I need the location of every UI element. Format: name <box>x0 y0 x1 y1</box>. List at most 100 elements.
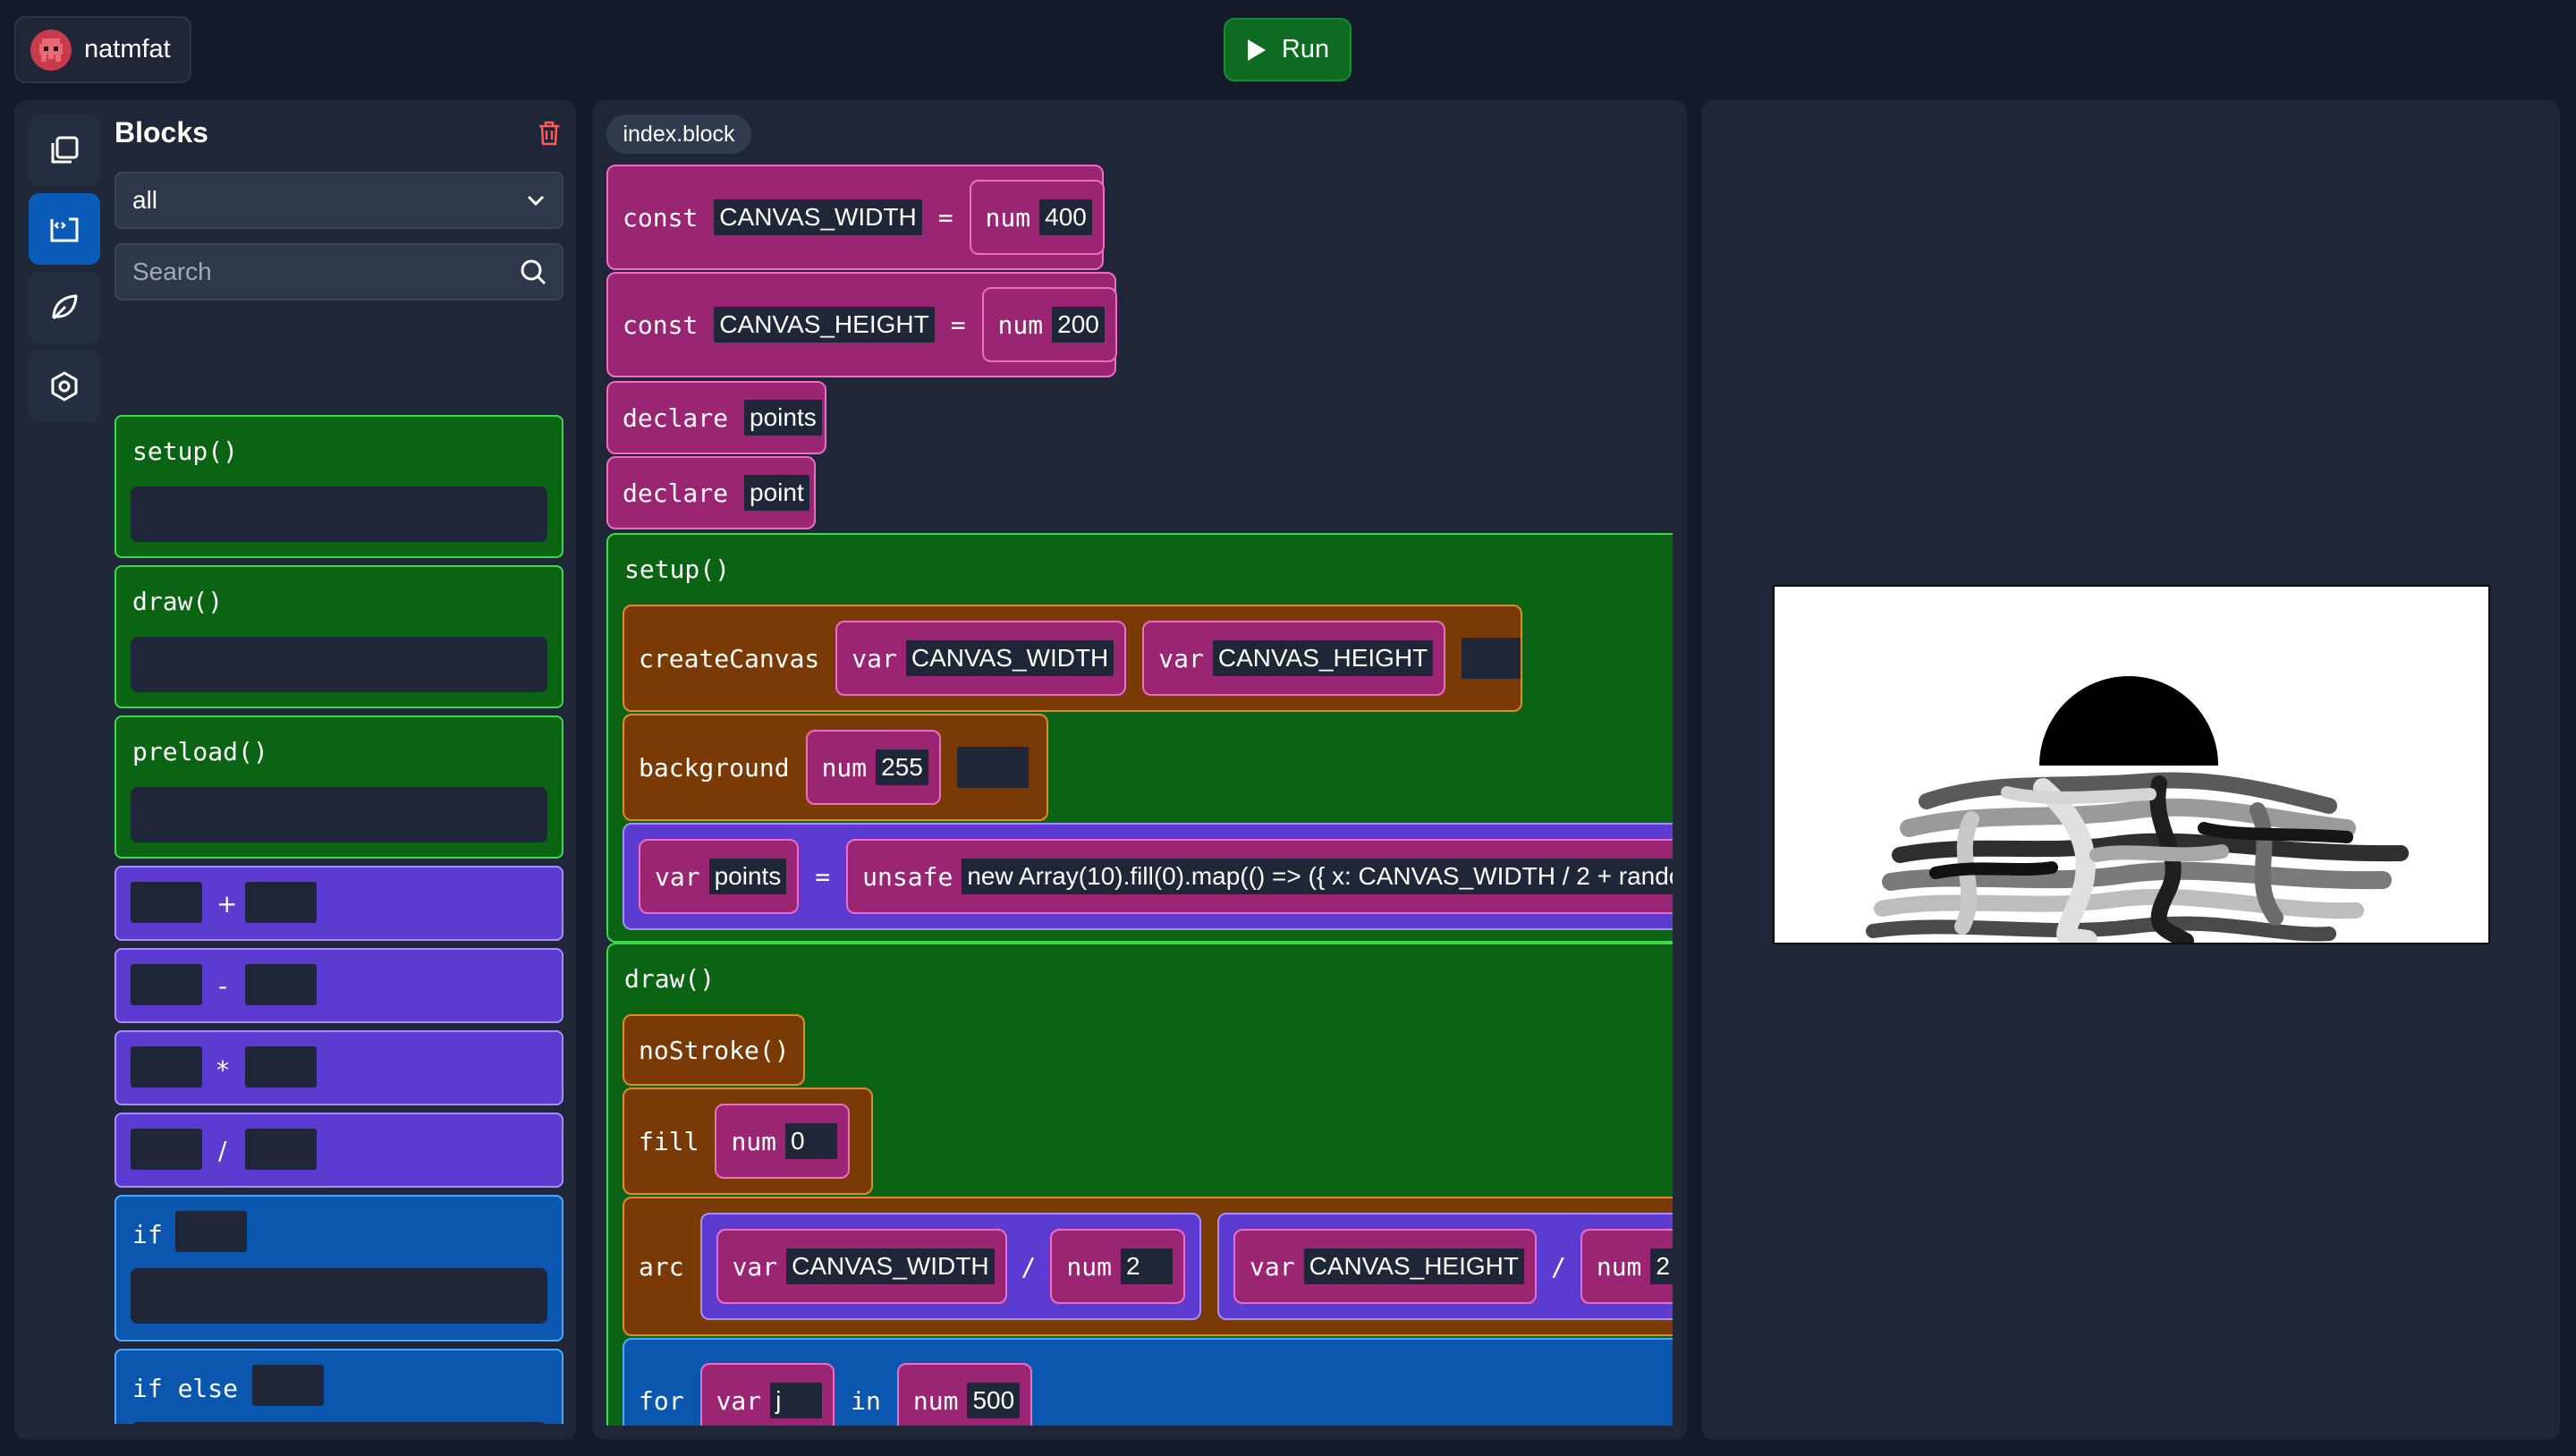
settings-icon <box>51 371 78 402</box>
block-body-slot <box>131 787 547 842</box>
declare-keyword: declare <box>623 402 729 433</box>
palette-if-block[interactable]: if <box>114 1195 564 1342</box>
declare-point-block[interactable]: declare point <box>606 456 816 529</box>
draw-function-block[interactable]: draw() noStroke() fill num 0 arc var CAN… <box>606 943 1673 1426</box>
trash-icon <box>539 121 559 146</box>
num-block[interactable]: num 2 <box>1050 1229 1185 1304</box>
declare-name-field[interactable]: points <box>744 400 822 436</box>
rail-files-button[interactable] <box>29 114 100 186</box>
trash-button[interactable] <box>537 120 562 150</box>
const-width-block[interactable]: const CANVAS_WIDTH = num 400 <box>606 165 1105 270</box>
var-keyword: var <box>655 861 700 892</box>
num-block[interactable]: num 2 <box>1580 1229 1673 1304</box>
palette-add-block[interactable]: + <box>114 866 564 941</box>
equals-symbol: = <box>937 202 953 233</box>
setup-function-block[interactable]: setup() createCanvas var CANVAS_WIDTH va… <box>606 533 1673 943</box>
background-label: background <box>639 752 790 783</box>
no-stroke-block[interactable]: noStroke() <box>623 1014 805 1086</box>
const-height-block[interactable]: const CANVAS_HEIGHT = num 200 <box>606 272 1117 377</box>
sketch-canvas[interactable] <box>1773 585 2490 950</box>
palette-divide-block[interactable]: / <box>114 1113 564 1188</box>
rail-leaf-button[interactable] <box>29 272 100 343</box>
assign-points-block[interactable]: var points = unsafe new Array(10).fill(0… <box>623 823 1673 930</box>
const-name-field[interactable]: CANVAS_WIDTH <box>714 199 922 235</box>
sketch-output-graphic <box>1866 676 2409 950</box>
palette-preload-block[interactable]: preload() <box>114 715 564 859</box>
block-filter-select[interactable]: all <box>114 172 564 229</box>
run-button[interactable]: Run <box>1224 18 1352 81</box>
num-value-field[interactable]: 0 <box>785 1123 838 1159</box>
palette-block-label: preload() <box>132 737 268 766</box>
num-value-field[interactable]: 200 <box>1052 307 1105 343</box>
arc-block[interactable]: arc var CANVAS_WIDTH / num 2 var CANVAS_… <box>623 1197 1673 1336</box>
operand-slot <box>131 882 202 923</box>
palette-block-label: setup() <box>132 436 239 466</box>
blocks-title: Blocks <box>114 116 208 148</box>
var-name-field[interactable]: points <box>708 859 787 894</box>
operand-slot <box>131 964 202 1005</box>
var-block[interactable]: var CANVAS_WIDTH <box>835 621 1127 696</box>
unsafe-code-field[interactable]: new Array(10).fill(0).map(() => ({ x: CA… <box>962 859 1673 894</box>
palette-setup-block[interactable]: setup() <box>114 415 564 558</box>
unsafe-keyword: unsafe <box>862 861 953 892</box>
var-block[interactable]: var CANVAS_HEIGHT <box>1233 1229 1537 1304</box>
var-keyword: var <box>716 1385 762 1416</box>
palette-multiply-block[interactable]: * <box>114 1030 564 1105</box>
palette-subtract-block[interactable]: - <box>114 948 564 1023</box>
var-block[interactable]: var j <box>699 1363 835 1426</box>
var-name-field[interactable]: j <box>770 1383 823 1418</box>
num-block[interactable]: num 0 <box>715 1104 851 1179</box>
empty-arg-slot[interactable] <box>1462 638 1521 679</box>
divide-expression-block[interactable]: var CANVAS_WIDTH / num 2 <box>699 1213 1201 1320</box>
palette-block-label: if <box>132 1220 163 1249</box>
search-input[interactable] <box>132 258 508 286</box>
unsafe-block[interactable]: unsafe new Array(10).fill(0).map(() => (… <box>846 839 1673 914</box>
num-block[interactable]: num 500 <box>896 1363 1033 1426</box>
var-name-field[interactable]: CANVAS_HEIGHT <box>1303 1249 1524 1284</box>
divide-expression-block[interactable]: var CANVAS_HEIGHT / num 2 <box>1216 1213 1673 1320</box>
num-value-field[interactable]: 400 <box>1039 199 1092 235</box>
num-keyword: num <box>997 309 1044 340</box>
rail-code-button[interactable] <box>29 193 100 265</box>
num-value-field[interactable]: 2 <box>1650 1249 1673 1284</box>
block-search[interactable] <box>114 243 564 301</box>
var-name-field[interactable]: CANVAS_WIDTH <box>905 640 1114 676</box>
num-value-field[interactable]: 500 <box>967 1383 1021 1418</box>
equals-symbol: = <box>950 309 966 340</box>
declare-points-block[interactable]: declare points <box>606 381 826 454</box>
num-block[interactable]: num 200 <box>981 287 1117 362</box>
create-canvas-block[interactable]: createCanvas var CANVAS_WIDTH var CANVAS… <box>623 605 1522 712</box>
empty-arg-slot[interactable] <box>956 747 1029 788</box>
num-keyword: num <box>821 752 868 783</box>
var-block[interactable]: var points <box>639 839 800 914</box>
var-keyword: var <box>732 1251 778 1282</box>
palette-draw-block[interactable]: draw() <box>114 565 564 708</box>
var-keyword: var <box>1249 1251 1295 1282</box>
operator-symbol: + <box>216 889 238 918</box>
var-block[interactable]: var CANVAS_HEIGHT <box>1142 621 1446 696</box>
code-canvas: const CANVAS_WIDTH = num 400 const CANVA… <box>606 165 1673 1426</box>
user-menu[interactable]: natmfat <box>14 16 191 83</box>
no-stroke-label: noStroke() <box>639 1035 790 1065</box>
num-value-field[interactable]: 2 <box>1120 1249 1173 1284</box>
background-block[interactable]: background num 255 <box>623 714 1048 821</box>
operand-slot <box>131 1046 202 1088</box>
const-name-field[interactable]: CANVAS_HEIGHT <box>714 307 935 343</box>
var-name-field[interactable]: CANVAS_WIDTH <box>786 1249 995 1284</box>
num-value-field[interactable]: 255 <box>876 749 928 785</box>
var-block[interactable]: var CANVAS_WIDTH <box>716 1229 1007 1304</box>
var-name-field[interactable]: CANVAS_HEIGHT <box>1212 640 1434 676</box>
num-block[interactable]: num 255 <box>805 730 941 805</box>
num-block[interactable]: num 400 <box>969 180 1105 255</box>
condition-slot <box>252 1365 324 1406</box>
var-keyword: var <box>852 643 897 673</box>
declare-keyword: declare <box>623 478 729 508</box>
fill-block[interactable]: fill num 0 <box>623 1088 873 1195</box>
declare-name-field[interactable]: point <box>744 475 809 511</box>
palette-if-else-block[interactable]: if else <box>114 1349 564 1424</box>
for-loop-block[interactable]: for var j in num 500 <box>623 1338 1673 1426</box>
rail-settings-button[interactable] <box>29 351 100 422</box>
username: natmfat <box>84 35 171 63</box>
search-icon <box>521 259 547 285</box>
file-tab[interactable]: index.block <box>606 114 751 154</box>
